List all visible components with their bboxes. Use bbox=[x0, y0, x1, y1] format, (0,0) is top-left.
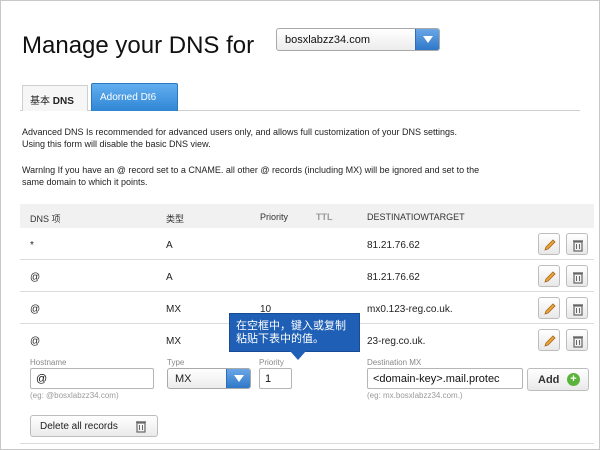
info-line-2: Using this form will disable the basic D… bbox=[22, 139, 211, 149]
edit-button[interactable] bbox=[538, 265, 560, 287]
row-type: A bbox=[166, 240, 173, 251]
destination-hint: (eg: mx.bosxlabzz34.com.) bbox=[367, 391, 463, 400]
edit-button[interactable] bbox=[538, 297, 560, 319]
warning-line-2: same domain to which it points. bbox=[22, 177, 148, 187]
delete-button[interactable] bbox=[566, 297, 588, 319]
callout-line-2: 粘贴下表中的值。 bbox=[236, 333, 324, 345]
domain-select-value: bosxlabzz34.com bbox=[285, 34, 370, 46]
chevron-down-icon[interactable] bbox=[415, 29, 439, 50]
hostname-hint: (eg: @bosxlabzz34.com) bbox=[30, 391, 119, 400]
table-header: DNS 项 类型 Priority TTL DESTINATIOWTARGET bbox=[20, 204, 594, 228]
delete-button[interactable] bbox=[566, 329, 588, 351]
hostname-label: Hostname bbox=[30, 358, 67, 367]
header-type: 类型 bbox=[166, 214, 185, 224]
pencil-icon bbox=[544, 239, 556, 251]
page-title: Manage your DNS for bbox=[22, 32, 255, 59]
tab-basic-label-en: DNS bbox=[52, 96, 74, 107]
row-type: MX bbox=[166, 304, 181, 315]
callout-pointer bbox=[290, 351, 306, 360]
instruction-callout: 在空框中，键入或复制 粘贴下表中的值。 bbox=[229, 313, 360, 352]
row-type: A bbox=[166, 272, 173, 283]
trash-icon bbox=[573, 304, 583, 316]
trash-icon bbox=[573, 240, 583, 252]
row-destination: 23-reg.co.uk. bbox=[367, 336, 426, 347]
row-type: MX bbox=[166, 336, 181, 347]
info-line-1: Advanced DNS Is recommended for advanced… bbox=[22, 127, 458, 137]
row-host: @ bbox=[30, 272, 41, 283]
row-destination: 81.21.76.62 bbox=[367, 272, 420, 283]
tab-advanced-dns[interactable]: Adorned Dt6 bbox=[91, 83, 178, 111]
row-host: * bbox=[30, 240, 34, 251]
delete-all-records-button[interactable]: Delete all records bbox=[30, 415, 158, 437]
edit-button[interactable] bbox=[538, 329, 560, 351]
add-button-label: Add bbox=[538, 374, 560, 386]
trash-icon bbox=[573, 336, 583, 348]
header-ttl: TTL bbox=[316, 212, 333, 222]
pencil-icon bbox=[544, 303, 556, 315]
warning-line-1: Warnlng If you have an @ record set to a… bbox=[22, 165, 480, 175]
pencil-icon bbox=[544, 335, 556, 347]
tab-basic-dns[interactable]: 基本 DNS bbox=[22, 85, 88, 111]
row-destination: mx0.123-reg.co.uk. bbox=[367, 304, 453, 315]
trash-icon bbox=[136, 421, 146, 433]
type-select[interactable]: MX bbox=[167, 368, 251, 389]
header-destination: DESTINATIOWTARGET bbox=[367, 212, 465, 222]
type-label: Type bbox=[167, 358, 185, 367]
domain-select[interactable]: bosxlabzz34.com bbox=[276, 28, 440, 51]
delete-button[interactable] bbox=[566, 233, 588, 255]
table-row: * A 81.21.76.62 bbox=[20, 228, 594, 260]
row-host: @ bbox=[30, 304, 41, 315]
type-select-value: MX bbox=[175, 373, 192, 385]
trash-icon bbox=[573, 272, 583, 284]
edit-button[interactable] bbox=[538, 233, 560, 255]
tab-basic-label-cn: 基本 bbox=[30, 96, 50, 107]
header-priority: Priority bbox=[260, 212, 289, 222]
bottom-divider bbox=[20, 443, 594, 444]
priority-input[interactable]: 1 bbox=[259, 368, 292, 389]
row-host: @ bbox=[30, 336, 41, 347]
add-button[interactable]: Add + bbox=[527, 368, 589, 391]
table-row: @ A 81.21.76.62 bbox=[20, 260, 594, 292]
chevron-down-icon[interactable] bbox=[226, 369, 250, 388]
pencil-icon bbox=[544, 271, 556, 283]
delete-button[interactable] bbox=[566, 265, 588, 287]
callout-line-1: 在空框中，键入或复制 bbox=[236, 320, 346, 332]
destination-input[interactable]: <domain-key>.mail.protec bbox=[367, 368, 523, 389]
hostname-input[interactable]: @ bbox=[30, 368, 154, 389]
priority-label: Priority bbox=[259, 358, 284, 367]
plus-icon: + bbox=[567, 373, 580, 386]
tab-advanced-label: Adorned Dt6 bbox=[100, 92, 157, 103]
destination-label: Destination MX bbox=[367, 358, 422, 367]
header-dns-item: DNS 项 bbox=[30, 214, 61, 224]
row-destination: 81.21.76.62 bbox=[367, 240, 420, 251]
delete-all-label: Delete all records bbox=[40, 421, 118, 432]
